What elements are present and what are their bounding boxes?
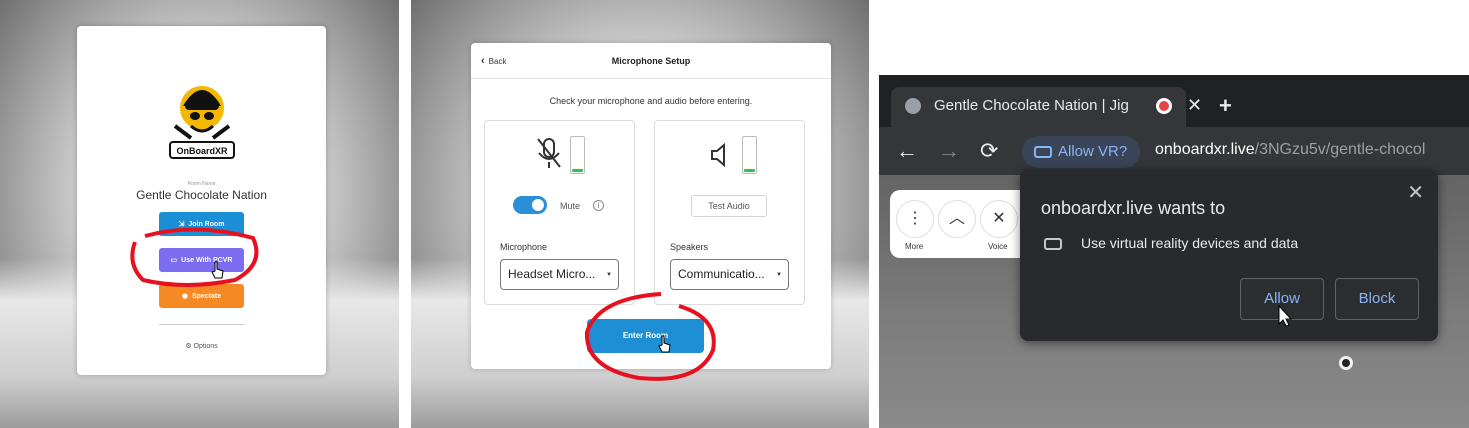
url-host: onboardxr.live <box>1155 141 1255 158</box>
mic-muted-icon <box>537 138 561 168</box>
speakers-box: Test Audio Speakers Communicatio... ▼ <box>654 120 805 305</box>
use-with-pcvr-button[interactable]: ▭ Use With PCVR <box>159 248 244 272</box>
vr-headset-icon: ▭ <box>170 257 178 264</box>
room-name: Gentle Chocolate Nation <box>136 188 267 202</box>
info-icon[interactable]: i <box>593 200 604 211</box>
voice-label: Voice <box>988 242 1008 251</box>
speaker-icon <box>711 143 725 167</box>
setup-hint: Check your microphone and audio before e… <box>549 96 753 106</box>
room-name-caption: Room Name <box>187 181 216 187</box>
enter-icon: ⇲ <box>178 221 185 228</box>
speaker-level-meter <box>742 136 757 174</box>
chevron-up-icon[interactable]: ︿ <box>938 200 976 238</box>
mouse-pointer-icon <box>1278 304 1293 327</box>
mic-setup-card: ‹ Back Microphone Setup Check your micro… <box>471 43 831 369</box>
microphone-label: Microphone <box>500 242 548 252</box>
microphone-value: Headset Micro... <box>508 267 596 281</box>
vr-lobby-panel: OnBoardXR Room Name Gentle Chocolate Nat… <box>0 0 399 428</box>
cursor-dot <box>1339 356 1353 370</box>
more-label: More <box>905 242 924 251</box>
speakers-label: Speakers <box>670 242 709 252</box>
permission-description: Use virtual reality devices and data <box>1081 235 1299 251</box>
vr-permission-dialog: onboardxr.live wants to ✕ Use virtual re… <box>1020 170 1438 341</box>
more-icon[interactable]: ⋮ <box>896 200 934 238</box>
tab-strip: Gentle Chocolate Nation | Jig ✕ + <box>879 75 1469 127</box>
allow-vr-chip[interactable]: Allow VR? <box>1022 136 1140 168</box>
address-bar[interactable]: onboardxr.live/3NGzu5v/gentle-chocol <box>1155 141 1425 159</box>
card-header: ‹ Back Microphone Setup <box>471 43 831 79</box>
divider <box>159 324 244 325</box>
spectate-label: Spectate <box>191 292 222 300</box>
block-button[interactable]: Block <box>1335 278 1419 320</box>
page-title: Microphone Setup <box>611 56 691 66</box>
enter-room-button[interactable]: Enter Room <box>587 319 704 353</box>
mute-label: Mute <box>560 201 581 211</box>
reload-icon[interactable]: ⟳ <box>980 138 998 164</box>
test-audio-button[interactable]: Test Audio <box>691 195 767 217</box>
recording-icon <box>1156 98 1172 114</box>
join-room-label: Join Room <box>188 220 225 228</box>
mute-toggle[interactable] <box>513 196 547 214</box>
vr-headset-icon <box>1044 238 1062 250</box>
microphone-box: Mute i Microphone Headset Micro... ▼ <box>484 120 635 305</box>
close-tab-icon[interactable]: ✕ <box>1187 95 1202 116</box>
new-tab-icon[interactable]: + <box>1219 93 1232 119</box>
microphone-setup-panel: ‹ Back Microphone Setup Check your micro… <box>411 0 869 428</box>
tab-title: Gentle Chocolate Nation | Jig <box>934 97 1129 114</box>
vr-headset-icon <box>1034 146 1052 158</box>
browser-toolbar: ← → ⟳ Allow VR? onboardxr.live/3NGzu5v/g… <box>879 127 1469 175</box>
caret-down-icon: ▼ <box>606 272 612 278</box>
url-path: /3NGzu5v/gentle-chocol <box>1254 141 1426 158</box>
browser-tab[interactable]: Gentle Chocolate Nation | Jig ✕ <box>891 87 1202 127</box>
mouse-cursor-icon <box>658 335 671 353</box>
speakers-select[interactable]: Communicatio... ▼ <box>670 259 789 290</box>
onboardxr-logo: OnBoardXR <box>169 86 235 159</box>
allow-vr-label: Allow VR? <box>1058 143 1128 160</box>
caret-down-icon: ▼ <box>776 272 782 278</box>
spectate-button[interactable]: ◉ Spectate <box>159 284 244 308</box>
back-arrow-icon[interactable]: ← <box>896 138 918 164</box>
mic-level-meter <box>570 136 585 174</box>
options-label: Options <box>193 343 218 350</box>
forward-arrow-icon[interactable]: → <box>938 138 960 164</box>
lobby-card: OnBoardXR Room Name Gentle Chocolate Nat… <box>77 26 326 375</box>
permission-title: onboardxr.live wants to <box>1041 198 1226 218</box>
logo-text: OnBoardXR <box>176 146 228 156</box>
close-icon[interactable]: ✕ <box>1407 180 1424 205</box>
eye-icon: ◉ <box>181 293 188 300</box>
mouse-cursor-icon <box>211 261 224 279</box>
join-room-button[interactable]: ⇲ Join Room <box>159 212 244 236</box>
gear-icon: ⚙ <box>185 343 192 350</box>
speakers-value: Communicatio... <box>678 267 765 281</box>
globe-icon <box>905 98 921 114</box>
microphone-select[interactable]: Headset Micro... ▼ <box>500 259 619 290</box>
options-link[interactable]: ⚙ Options <box>77 342 326 350</box>
browser-permission-panel: Gentle Chocolate Nation | Jig ✕ + ← → ⟳ … <box>879 0 1469 428</box>
mic-muted-icon[interactable]: ✕ <box>980 200 1018 238</box>
